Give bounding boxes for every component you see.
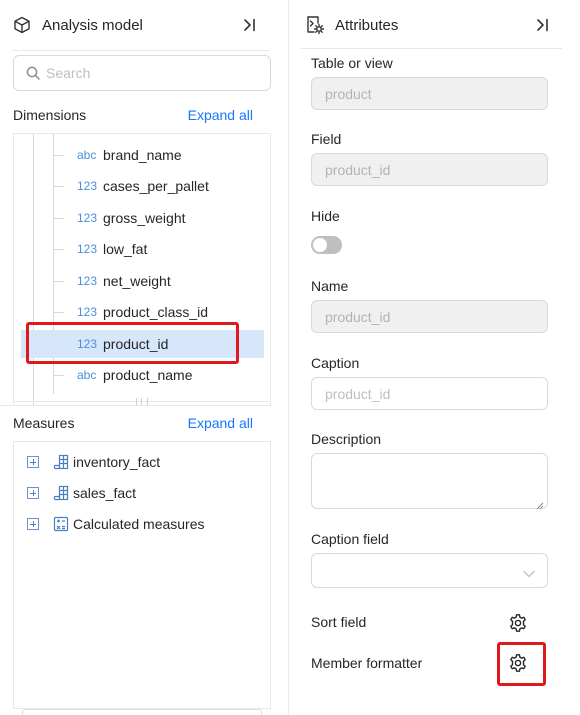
number-type-tag: 123 (77, 242, 98, 256)
dimension-item[interactable]: 123 gross_weight (14, 204, 270, 232)
dimension-label: product_name (103, 367, 193, 383)
measure-table-icon (53, 454, 69, 470)
number-type-tag: 123 (77, 337, 98, 351)
dimension-item[interactable]: 123 low_fat (14, 235, 270, 263)
dimension-item[interactable]: 123 product_class_id (14, 298, 270, 326)
cube-icon (12, 15, 32, 35)
table-or-view-label: Table or view (311, 55, 393, 71)
measure-group-label: inventory_fact (73, 454, 161, 470)
dimension-item-selected[interactable]: 123 product_id (21, 330, 264, 358)
field-field: product_id (311, 153, 548, 186)
measure-group-item[interactable]: inventory_fact (14, 448, 270, 476)
collapse-right-icon[interactable] (239, 15, 259, 35)
hide-toggle[interactable] (311, 236, 342, 254)
sort-field-label: Sort field (311, 614, 367, 630)
member-formatter-label: Member formatter (311, 655, 423, 671)
horizontal-scrollbar[interactable] (22, 709, 262, 715)
section-divider (0, 405, 272, 406)
description-label: Description (311, 431, 382, 447)
attribute-settings-icon (305, 15, 325, 35)
text-type-tag: abc (77, 148, 97, 162)
field-label: Field (311, 131, 342, 147)
caption-placeholder: product_id (325, 385, 391, 402)
caption-field-label: Caption field (311, 531, 389, 547)
dimension-item[interactable]: abc brand_name (14, 141, 270, 169)
caption-field-select[interactable] (311, 553, 548, 588)
measures-tree: inventory_fact sales_fact Calculated mea… (13, 441, 271, 709)
hide-label: Hide (311, 208, 340, 224)
expand-plus-icon[interactable] (27, 487, 39, 499)
dimensions-title: Dimensions (13, 107, 87, 123)
dimensions-expand-all-link[interactable]: Expand all (188, 107, 253, 123)
expand-plus-icon[interactable] (27, 518, 39, 530)
number-type-tag: 123 (77, 305, 98, 319)
dimension-label: gross_weight (103, 210, 186, 226)
dimensions-tree: abc brand_name 123 cases_per_pallet 123 … (13, 133, 271, 405)
analysis-model-panel: Analysis model Dimensions Expand all abc… (0, 0, 285, 715)
name-field: product_id (311, 300, 548, 333)
dimension-label: net_weight (103, 273, 171, 289)
search-input[interactable] (46, 65, 246, 81)
dimension-label: brand_name (103, 147, 182, 163)
measure-group-item[interactable]: Calculated measures (14, 510, 270, 538)
dimension-item[interactable]: abc product_name (14, 361, 270, 389)
number-type-tag: 123 (77, 211, 98, 225)
collapse-right-icon[interactable] (532, 15, 552, 35)
measures-title: Measures (13, 415, 75, 431)
dimension-label: product_id (103, 336, 169, 352)
dimension-item[interactable]: 123 cases_per_pallet (14, 172, 270, 200)
dimension-item[interactable]: 123 net_weight (14, 267, 270, 295)
header-divider (12, 50, 270, 51)
measure-group-label: Calculated measures (73, 516, 205, 532)
dimension-label: cases_per_pallet (103, 178, 209, 194)
search-box[interactable] (13, 55, 271, 91)
calculator-icon (53, 516, 69, 532)
gear-icon[interactable] (507, 652, 529, 674)
expand-plus-icon[interactable] (27, 456, 39, 468)
search-icon (26, 66, 40, 80)
description-textarea[interactable] (311, 453, 548, 510)
table-or-view-field: product (311, 77, 548, 110)
caption-label: Caption (311, 355, 360, 371)
panel-title: Analysis model (42, 16, 143, 34)
caption-input[interactable]: product_id (311, 377, 548, 410)
number-type-tag: 123 (77, 179, 98, 193)
panel-title: Attributes (335, 16, 399, 34)
measures-expand-all-link[interactable]: Expand all (188, 415, 253, 431)
header-divider (301, 48, 562, 49)
gear-icon[interactable] (507, 612, 529, 634)
dimension-label: low_fat (103, 241, 148, 257)
chevron-down-icon (523, 565, 535, 581)
measure-table-icon (53, 485, 69, 501)
measure-group-item[interactable]: sales_fact (14, 479, 270, 507)
resize-grip-icon[interactable] (536, 497, 544, 510)
name-label: Name (311, 278, 349, 294)
number-type-tag: 123 (77, 274, 98, 288)
dimension-label: product_class_id (103, 304, 209, 320)
attributes-panel: Attributes Table or view product Field p… (288, 0, 580, 715)
measure-group-label: sales_fact (73, 485, 137, 501)
text-type-tag: abc (77, 368, 97, 382)
